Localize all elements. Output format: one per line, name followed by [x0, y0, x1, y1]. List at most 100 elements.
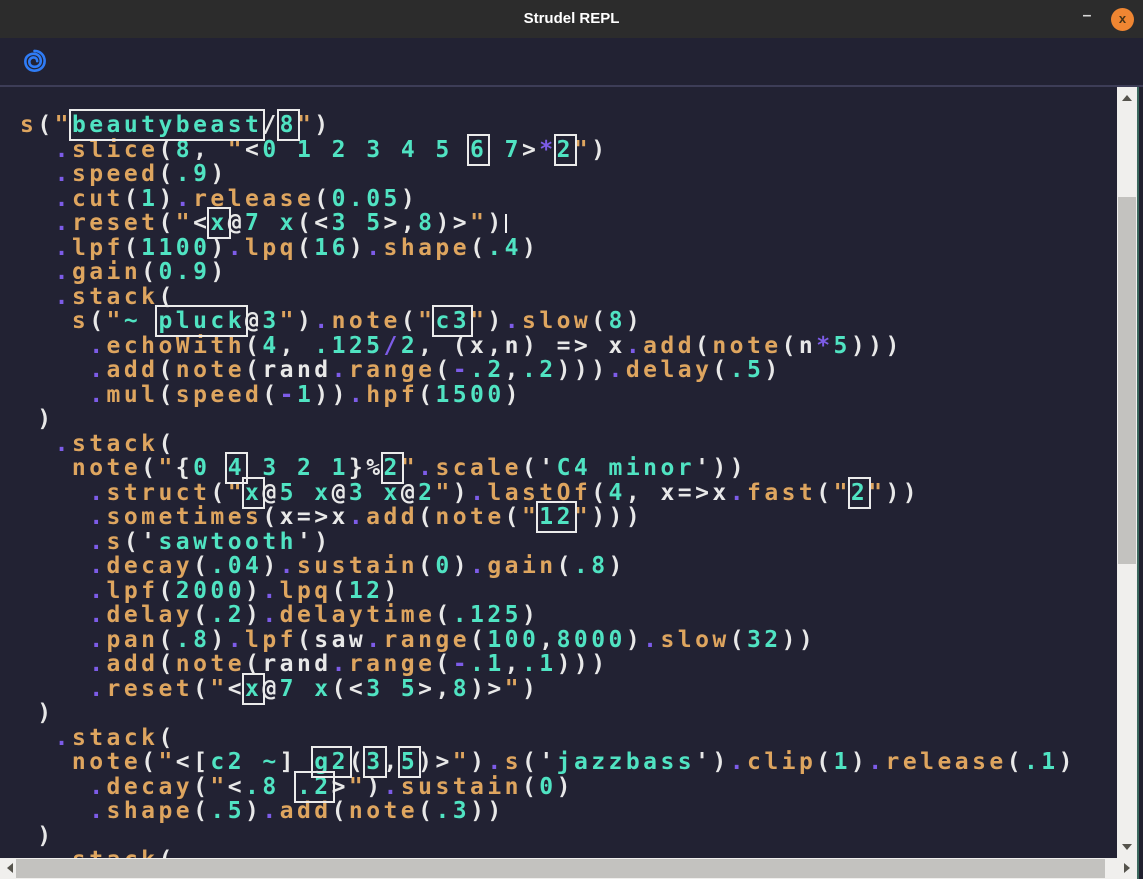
code-token: ( — [141, 259, 158, 285]
scroll-right-arrow-icon[interactable] — [1124, 863, 1130, 873]
code-token: fast — [747, 480, 816, 506]
code-token: " — [107, 308, 124, 334]
code-area[interactable]: s("beautybeast/8") .slice(8, "<0 1 2 3 4… — [0, 87, 1117, 858]
active-token-highlight: 6 — [470, 137, 487, 163]
code-token — [20, 847, 55, 858]
code-token: clip — [747, 749, 816, 775]
titlebar[interactable]: Strudel REPL – x — [0, 0, 1143, 38]
scroll-left-arrow-icon[interactable] — [7, 863, 13, 873]
code-token: , — [384, 749, 401, 775]
code-token — [20, 798, 89, 824]
strudel-spiral-logo[interactable] — [21, 48, 48, 75]
code-token: decay — [107, 553, 194, 579]
code-token — [20, 455, 72, 481]
code-token — [20, 333, 89, 359]
vertical-scrollbar[interactable] — [1117, 87, 1137, 858]
code-token — [20, 186, 55, 212]
code-token: ) — [470, 749, 487, 775]
editor-main: s("beautybeast/8") .slice(8, "<0 1 2 3 4… — [0, 85, 1143, 877]
code-token: " — [834, 480, 851, 506]
code-line: .decay(.04).sustain(0).gain(.8) — [20, 554, 1117, 579]
code-token: ( — [193, 553, 210, 579]
code-token: ( — [557, 553, 574, 579]
code-token: lpf — [107, 578, 159, 604]
code-token — [20, 137, 55, 163]
code-token: " — [228, 480, 245, 506]
code-token: . — [89, 651, 106, 677]
code-token — [20, 676, 89, 702]
code-token: 0 — [435, 553, 452, 579]
code-token: - — [280, 382, 297, 408]
code-token: ) — [349, 235, 366, 261]
code-token: .1 — [1024, 749, 1059, 775]
code-token: @ — [245, 308, 262, 334]
code-token: " — [868, 480, 885, 506]
active-token-highlight: 2 — [851, 480, 868, 506]
code-token: ' — [695, 749, 712, 775]
code-token: hpf — [366, 382, 418, 408]
code-token: ( — [349, 749, 366, 775]
code-token — [20, 774, 89, 800]
code-token: 3 5 — [332, 210, 384, 236]
code-token: . — [89, 504, 106, 530]
code-token: ( — [158, 578, 175, 604]
code-token: @ — [332, 480, 349, 506]
code-token: ( — [505, 504, 522, 530]
code-token: x=>x — [280, 504, 349, 530]
code-token: @ — [262, 480, 279, 506]
code-token: ) — [20, 823, 55, 849]
code-token: .2 — [210, 602, 245, 628]
code-token: ( — [297, 210, 314, 236]
code-token: note — [435, 504, 504, 530]
code-token: )) — [782, 627, 817, 653]
code-token: add — [366, 504, 418, 530]
code-token: ( — [141, 455, 158, 481]
code-token: stack — [72, 284, 159, 310]
code-token: . — [349, 382, 366, 408]
code-token: ( — [730, 627, 747, 653]
code-token: .8 — [574, 553, 609, 579]
code-token: note — [332, 308, 401, 334]
horizontal-scrollbar-thumb[interactable] — [16, 859, 1105, 878]
code-line: .stack( — [20, 848, 1117, 858]
code-token: ( — [297, 627, 314, 653]
code-token: . — [55, 847, 72, 858]
code-token: ] — [280, 749, 297, 775]
code-token: .04 — [210, 553, 262, 579]
code-token: slow — [522, 308, 591, 334]
code-token: ( — [522, 455, 539, 481]
code-token: rand — [262, 651, 331, 677]
code-token: . — [487, 749, 504, 775]
code-token: lpf — [245, 627, 297, 653]
code-token: ) — [314, 529, 331, 555]
code-token: . — [89, 578, 106, 604]
code-token: " — [453, 749, 470, 775]
scroll-up-arrow-icon[interactable] — [1122, 95, 1132, 101]
code-token: , — [505, 651, 522, 677]
minimize-button[interactable]: – — [1075, 0, 1099, 38]
code-token: rand — [262, 357, 331, 383]
code-token: . — [228, 627, 245, 653]
code-token: " — [280, 308, 297, 334]
code-token — [20, 235, 55, 261]
code-line: .add(note(rand.range(-.2,.2))).delay(.5) — [20, 358, 1117, 383]
code-token: 12 — [349, 578, 384, 604]
strudel-repl-window: Strudel REPL – x s("beautybeast/8") .sli… — [0, 0, 1143, 877]
code-token: ( — [124, 529, 141, 555]
code-token: " — [522, 504, 539, 530]
code-token: . — [366, 627, 383, 653]
code-token: ( — [332, 798, 349, 824]
code-token: ) — [20, 700, 55, 726]
scroll-down-arrow-icon[interactable] — [1122, 844, 1132, 850]
vertical-scrollbar-thumb[interactable] — [1118, 197, 1136, 564]
code-line: .stack( — [20, 285, 1117, 310]
code-token: ) — [314, 112, 331, 138]
active-token-highlight: 5 — [401, 749, 418, 775]
close-button[interactable]: x — [1111, 8, 1134, 31]
horizontal-scrollbar[interactable] — [0, 858, 1137, 879]
code-token: speed — [176, 382, 263, 408]
code-token: ( — [401, 308, 418, 334]
code-token: shape — [384, 235, 471, 261]
code-token: . — [262, 602, 279, 628]
code-token: . — [730, 480, 747, 506]
